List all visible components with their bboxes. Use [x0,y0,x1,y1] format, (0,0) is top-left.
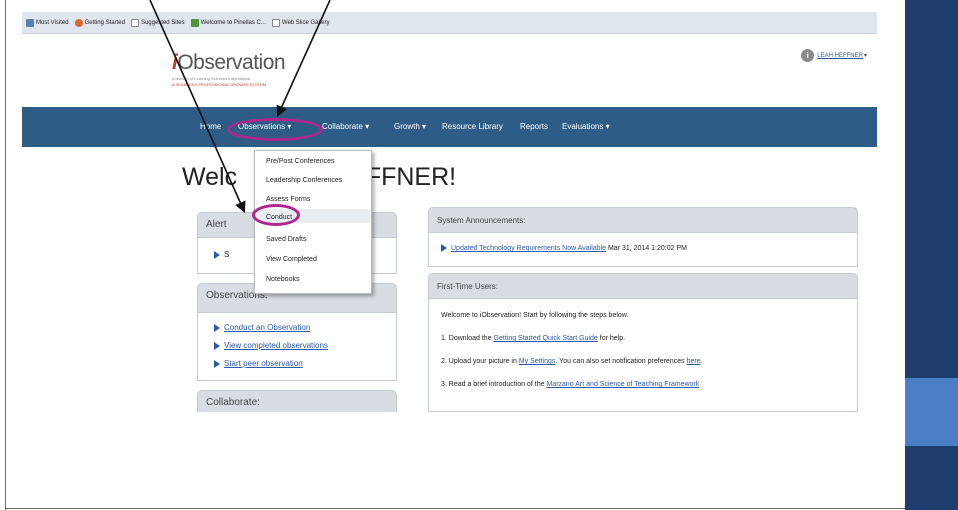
logo-tagline: a division of Learning Sciences Internat… [172,76,251,81]
announcements-header: System Announcements: [428,207,858,233]
arrow-right-icon [441,244,447,252]
bookmark-label: Getting Started [84,19,125,26]
start-peer-link[interactable]: Start peer observation [214,359,303,368]
highlight-circle-observations [227,118,323,141]
first-time-header: First-Time Users: [428,273,858,299]
arrow-right-icon [214,323,220,332]
user-menu[interactable]: i LEAH HEFFNER ▾ [801,49,867,62]
nav-growth[interactable]: Growth ▾ [394,122,426,131]
main-navbar: Home Observations ▾ Collaborate ▾ Growth… [22,107,877,147]
first-time-step-2: 2. Upload your picture in My Settings. Y… [441,358,703,365]
caret-down-icon: ▾ [422,122,427,131]
nav-home[interactable]: Home [200,122,221,131]
dropdown-item-view-completed[interactable]: View Completed [266,256,317,263]
bookmark-label: Suggested Sites [140,19,185,26]
first-time-title: First-Time Users: [437,282,499,291]
bookmark-label: Web Slice Gallery [281,19,330,26]
user-name: LEAH HEFFNER [817,52,863,59]
first-time-intro: Welcome to iObservation! Start by follow… [441,312,629,319]
step-text: for help. [597,335,626,342]
step-text: . [700,358,703,365]
dropdown-item-pre-post-conferences[interactable]: Pre/Post Conferences [266,158,334,165]
announcement-link[interactable]: Updated Technology Requirements Now Avai… [451,245,606,252]
alert-item-label: S [224,250,230,259]
link-text: View completed observations [224,341,328,350]
announcement-item: Updated Technology Requirements Now Avai… [441,244,687,252]
bookmark-pinellas[interactable]: Welcome to Pinellas C... [190,18,266,27]
bookmark-suggested-sites[interactable]: Suggested Sites [130,18,185,27]
bookmark-most-visited[interactable]: Most Visited [26,18,69,27]
iobservation-logo[interactable]: iObservation a division of Learning Scie… [172,51,286,87]
first-time-body: Welcome to iObservation! Start by follow… [428,299,858,412]
caret-down-icon: ▾ [863,53,867,59]
page-icon [130,18,139,27]
first-time-step-3: 3. Read a brief introduction of the Marz… [441,381,699,388]
site-header: iObservation a division of Learning Scie… [22,34,877,107]
collaborate-panel-header: Collaborate: [197,390,397,412]
slide-sidebar [905,0,958,510]
collaborate-title: Collaborate: [206,397,260,408]
bookmark-web-slice[interactable]: Web Slice Gallery [271,18,330,27]
user-avatar-icon: i [801,49,815,62]
arrow-right-icon [214,250,220,259]
announcement-date: Mar 31, 2014 1:20:02 PM [607,244,687,252]
caret-down-icon: ▾ [365,122,370,131]
observations-panel-body: Conduct an Observation View completed ob… [197,313,397,381]
quick-start-guide-link[interactable]: Getting Started Quick Start Guide [494,335,598,342]
caret-down-icon: ▾ [605,122,610,131]
bookmark-label: Welcome to Pinellas C... [200,19,266,26]
browser-screenshot: Most Visited Getting Started Suggested S… [22,0,877,412]
arrow-right-icon [214,341,220,350]
announcements-title: System Announcements: [437,216,526,225]
leaf-icon [190,18,199,27]
firefox-icon [74,18,83,27]
dropdown-item-leadership-conferences[interactable]: Leadership Conferences [266,177,342,184]
slide-sidebar-band [905,378,958,446]
first-time-step-1: 1. Download the Getting Started Quick St… [441,335,625,342]
nav-evaluations[interactable]: Evaluations ▾ [562,122,610,131]
highlight-circle-conduct [252,204,300,226]
slide-bottom-border [5,508,905,509]
notification-preferences-link[interactable]: here [687,358,701,365]
view-completed-link[interactable]: View completed observations [214,341,328,350]
conduct-observation-link[interactable]: Conduct an Observation [214,323,310,332]
dropdown-item-notebooks[interactable]: Notebooks [266,276,299,283]
dropdown-item-assess-forms[interactable]: Assess Forms [266,196,310,203]
announcements-body: Updated Technology Requirements Now Avai… [428,233,858,267]
nav-evaluations-label: Evaluations [562,122,604,131]
nav-growth-label: Growth [394,122,420,131]
slide-left-border [5,0,6,510]
page-icon [271,18,280,27]
dropdown-item-saved-drafts[interactable]: Saved Drafts [266,236,306,243]
step-text: 2. Upload your picture in [441,358,519,365]
alert-item[interactable]: S [214,250,229,259]
welcome-part-1: Welc [182,163,238,191]
step-text: 1. Download the [441,335,494,342]
alerts-title: Alert [206,219,227,230]
gear-icon [26,18,34,27]
link-text: Start peer observation [224,359,303,368]
marzano-framework-link[interactable]: Marzano Art and Science of Teaching Fram… [546,381,699,388]
logo-rest: Observation [177,51,286,74]
bookmark-getting-started[interactable]: Getting Started [74,18,125,27]
bookmarks-bar: Most Visited Getting Started Suggested S… [22,12,877,34]
nav-reports[interactable]: Reports [520,122,548,131]
link-text: Conduct an Observation [224,323,311,332]
nav-collaborate-label: Collaborate [322,122,363,131]
logo-wordmark: iObservation [172,51,286,75]
nav-collaborate[interactable]: Collaborate ▾ [322,122,369,131]
logo-slogan: A SEAMLESS PROFESSIONAL GROWTH SYSTEM [172,82,267,87]
arrow-right-icon [214,359,220,368]
step-text: . You can also set notification preferen… [555,358,687,365]
nav-resource-library[interactable]: Resource Library [442,122,503,131]
step-text: 3. Read a brief introduction of the [441,381,547,388]
bookmark-label: Most Visited [36,19,69,26]
my-settings-link[interactable]: My Settings [519,358,556,365]
